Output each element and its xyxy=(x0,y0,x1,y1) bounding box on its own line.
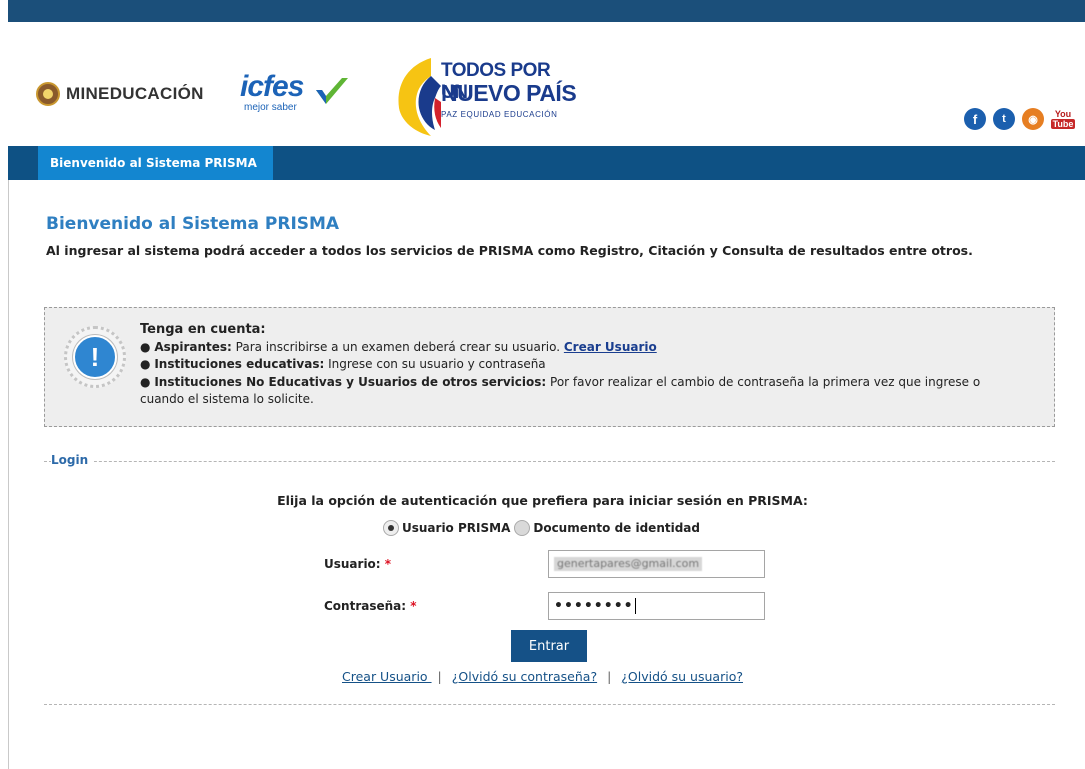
icfes-check-icon xyxy=(316,78,348,104)
login-bottom-border xyxy=(44,704,1055,705)
colombia-flag-swoosh-icon xyxy=(398,58,441,136)
bullet: ● xyxy=(140,357,151,371)
notice-item-text: Para inscribirse a un examen deberá crea… xyxy=(231,339,564,354)
icfes-logo[interactable]: icfes mejor saber xyxy=(240,70,352,116)
radio-usuario-prisma[interactable] xyxy=(383,520,399,536)
usuario-label: Usuario: * xyxy=(324,557,391,571)
bullet: ● xyxy=(140,374,151,389)
crear-usuario-link[interactable]: Crear Usuario xyxy=(342,669,432,684)
notice-text: Tenga en cuenta: ● Aspirantes: Para insc… xyxy=(140,321,1020,409)
nav-bar: Bienvenido al Sistema PRISMA xyxy=(8,146,1085,180)
tpun-line2: NUEVO PAÍS xyxy=(441,80,577,106)
site-header: MINEDUCACIÓN icfes mejor saber TODOS POR… xyxy=(8,22,1085,146)
radio-usuario-prisma-label[interactable]: Usuario PRISMA xyxy=(402,521,510,535)
radio-documento-identidad-label[interactable]: Documento de identidad xyxy=(533,521,700,535)
crear-usuario-link[interactable]: Crear Usuario xyxy=(564,340,657,354)
youtube-icon-bottom: Tube xyxy=(1050,119,1076,129)
icfes-logo-tagline: mejor saber xyxy=(244,102,297,113)
mineducacion-logo-text: MINEDUCACIÓN xyxy=(66,84,204,103)
notice-item-instituciones: ● Instituciones educativas: Ingrese con … xyxy=(140,356,1020,374)
usuario-input-value: genertapares@gmail.com xyxy=(554,557,703,571)
warning-icon-glyph: ! xyxy=(73,335,117,379)
olvido-contrasena-link[interactable]: ¿Olvidó su contraseña? xyxy=(452,669,597,684)
warning-icon: ! xyxy=(64,326,126,388)
rss-icon[interactable]: ◉ xyxy=(1022,108,1044,130)
todos-por-un-nuevo-pais-logo[interactable]: TODOS POR UN NUEVO PAÍS PAZ EQUIDAD EDUC… xyxy=(391,52,581,144)
page-title: Bienvenido al Sistema PRISMA xyxy=(46,214,340,234)
auth-choice-prompt: Elija la opción de autenticación que pre… xyxy=(277,493,808,508)
bullet: ● xyxy=(140,339,151,354)
auth-option-group: Usuario PRISMA Documento de identidad xyxy=(383,520,700,536)
login-legend: Login xyxy=(51,453,95,467)
colombia-seal-icon xyxy=(36,82,60,106)
mineducacion-logo[interactable]: MINEDUCACIÓN xyxy=(36,82,204,106)
notice-title: Tenga en cuenta: xyxy=(140,322,266,337)
notice-box: ! Tenga en cuenta: ● Aspirantes: Para in… xyxy=(44,307,1055,427)
page-intro: Al ingresar al sistema podrá acceder a t… xyxy=(46,243,973,258)
password-input-value: •••••••• xyxy=(554,598,634,614)
notice-item-label: Instituciones No Educativas y Usuarios d… xyxy=(154,374,547,389)
login-fieldset-border xyxy=(44,461,1055,462)
notice-item-text: Ingrese con su usuario y contraseña xyxy=(324,357,546,371)
entrar-button[interactable]: Entrar xyxy=(511,630,587,662)
nav-tab-bienvenido[interactable]: Bienvenido al Sistema PRISMA xyxy=(38,146,273,180)
notice-item-label: Instituciones educativas: xyxy=(154,357,325,371)
usuario-input[interactable]: genertapares@gmail.com xyxy=(548,550,765,578)
top-bar xyxy=(8,0,1085,22)
required-mark: * xyxy=(384,557,392,571)
link-separator: | xyxy=(437,669,442,684)
social-links: f t ◉ You Tube xyxy=(964,106,1076,132)
youtube-icon-top: You xyxy=(1054,109,1072,119)
youtube-icon[interactable]: You Tube xyxy=(1050,106,1076,132)
notice-item-label: Aspirantes: xyxy=(154,339,232,354)
icfes-logo-word: icfes xyxy=(240,70,304,103)
login-links: Crear Usuario | ¿Olvidó su contraseña? |… xyxy=(0,669,1085,684)
link-separator: | xyxy=(607,669,612,684)
twitter-icon[interactable]: t xyxy=(993,108,1015,130)
olvido-usuario-link[interactable]: ¿Olvidó su usuario? xyxy=(621,669,743,684)
usuario-label-text: Usuario: xyxy=(324,557,381,571)
password-label-text: Contraseña: xyxy=(324,599,407,613)
password-input[interactable]: •••••••• xyxy=(548,592,765,620)
facebook-icon[interactable]: f xyxy=(964,108,986,130)
password-label: Contraseña: * xyxy=(324,599,417,613)
tpun-subtitle: PAZ EQUIDAD EDUCACIÓN xyxy=(441,110,558,119)
radio-documento-identidad[interactable] xyxy=(514,520,531,536)
notice-item-aspirantes: ● Aspirantes: Para inscribirse a un exam… xyxy=(140,339,1020,357)
text-caret xyxy=(634,598,636,614)
notice-item-no-educativas: ● Instituciones No Educativas y Usuarios… xyxy=(140,374,1020,409)
required-mark: * xyxy=(410,599,417,613)
